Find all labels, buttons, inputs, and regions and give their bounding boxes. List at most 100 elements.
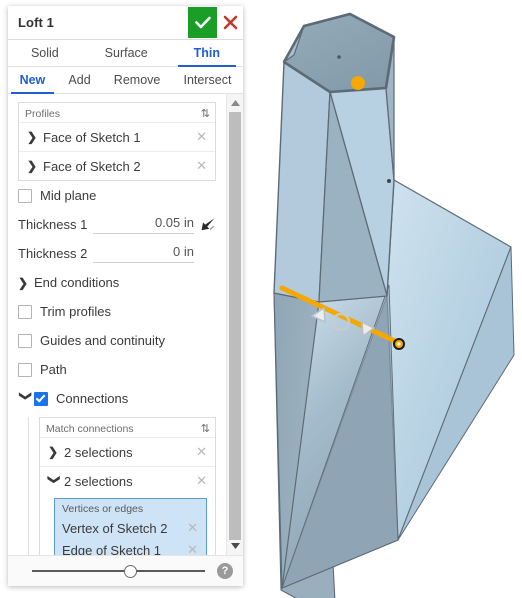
cancel-button[interactable] xyxy=(217,7,243,38)
loft-feature-dialog: Loft 1 Solid Surface Thin New Add Remove… xyxy=(8,6,243,586)
chevron-right-icon[interactable]: ❯ xyxy=(18,276,34,290)
match-connection-item-1[interactable]: ❯ 2 selections ✕ xyxy=(40,466,215,495)
trim-profiles-checkbox[interactable] xyxy=(18,304,32,319)
close-x-icon xyxy=(223,15,237,30)
tab-surface[interactable]: Surface xyxy=(82,40,171,66)
end-conditions-row[interactable]: ❯ End conditions xyxy=(18,268,216,297)
guides-and-continuity-row[interactable]: Guides and continuity xyxy=(18,326,216,355)
thickness-1-label: Thickness 1 xyxy=(18,217,88,232)
dialog-scrollbar[interactable] xyxy=(226,94,243,555)
tab-new[interactable]: New xyxy=(8,67,57,94)
connections-label: Connections xyxy=(56,391,129,406)
match-connection-item-0-label: 2 selections xyxy=(64,444,133,460)
dialog-body-wrap: Profiles ⇅ ❯ Face of Sketch 1 ✕ ❯ Face o… xyxy=(8,94,243,555)
connections-nested-group: Match connections ⇅ ❯ 2 selections ✕ ❯ 2… xyxy=(28,417,216,555)
thickness-2-input[interactable]: 0 in xyxy=(93,244,194,263)
top-face-center-dot xyxy=(337,55,341,59)
thickness-1-input[interactable]: 0.05 in xyxy=(93,215,194,234)
selection-item-0[interactable]: Vertex of Sketch 2 ✕ xyxy=(55,517,206,539)
selection-item-1-remove-icon[interactable]: ✕ xyxy=(185,542,200,555)
profile-item-1-label: Face of Sketch 2 xyxy=(43,158,141,174)
chevron-right-icon[interactable]: ❯ xyxy=(27,159,40,173)
chevron-down-icon[interactable]: ❯ xyxy=(48,475,62,488)
connections-row[interactable]: ❯ Connections xyxy=(18,384,216,413)
tab-solid[interactable]: Solid xyxy=(8,40,82,66)
scroll-down-arrow-icon[interactable] xyxy=(227,539,243,553)
tab-intersect-label: Intersect xyxy=(183,73,232,87)
tab-remove[interactable]: Remove xyxy=(102,67,172,93)
path-row[interactable]: Path xyxy=(18,355,216,384)
lofted-solid-geometry xyxy=(273,12,515,598)
match-connection-item-0[interactable]: ❯ 2 selections ✕ xyxy=(40,437,215,466)
selection-item-0-label: Vertex of Sketch 2 xyxy=(62,520,168,536)
profile-item-1[interactable]: ❯ Face of Sketch 2 ✕ xyxy=(19,151,215,180)
primary-tab-bar: Solid Surface Thin xyxy=(8,40,243,67)
trim-profiles-row[interactable]: Trim profiles xyxy=(18,297,216,326)
slider-knob[interactable] xyxy=(123,565,137,578)
dialog-footer: ? xyxy=(8,555,243,586)
connections-checkbox[interactable] xyxy=(34,391,48,406)
path-label: Path xyxy=(40,362,67,377)
tab-add[interactable]: Add xyxy=(57,67,102,93)
flip-direction-icon[interactable] xyxy=(194,217,216,232)
profiles-listbox: Profiles ⇅ ❯ Face of Sketch 1 ✕ ❯ Face o… xyxy=(18,102,216,181)
selection-item-1-label: Edge of Sketch 1 xyxy=(62,542,162,556)
match-connection-item-1-label: 2 selections xyxy=(64,473,133,489)
mid-plane-checkbox[interactable] xyxy=(18,188,32,203)
tab-add-label: Add xyxy=(68,73,91,87)
tab-thin[interactable]: Thin xyxy=(171,40,243,67)
chevron-down-icon[interactable]: ❯ xyxy=(19,391,33,407)
tab-surface-label: Surface xyxy=(104,46,148,60)
tab-new-label: New xyxy=(19,73,46,87)
app-root: Loft 1 Solid Surface Thin New Add Remove… xyxy=(0,0,522,598)
chevron-right-icon[interactable]: ❯ xyxy=(48,445,61,459)
secondary-tab-bar: New Add Remove Intersect xyxy=(8,67,243,94)
match-connection-item-0-remove-icon[interactable]: ✕ xyxy=(194,444,209,460)
guides-and-continuity-label: Guides and continuity xyxy=(40,333,166,348)
match-connections-header: Match connections ⇅ xyxy=(40,418,215,437)
opacity-slider[interactable] xyxy=(32,563,205,579)
arrow-flip-icon xyxy=(201,218,215,231)
scroll-up-arrow-icon[interactable] xyxy=(227,96,243,110)
profiles-header-label: Profiles xyxy=(25,107,61,120)
guides-and-continuity-checkbox[interactable] xyxy=(18,333,32,348)
profile-item-1-remove-icon[interactable]: ✕ xyxy=(194,158,209,174)
match-connections-header-label: Match connections xyxy=(46,422,134,435)
scrollbar-thumb[interactable] xyxy=(229,112,241,540)
check-icon xyxy=(194,16,211,29)
trim-profiles-label: Trim profiles xyxy=(40,304,112,319)
tab-thin-label: Thin xyxy=(193,46,221,60)
profile-item-0[interactable]: ❯ Face of Sketch 1 ✕ xyxy=(19,122,215,151)
help-icon-label: ? xyxy=(221,565,229,577)
dialog-title: Loft 1 xyxy=(18,15,54,30)
edge-endpoint-inner xyxy=(397,342,401,346)
vertices-or-edges-selection-box: Vertices or edges Vertex of Sketch 2 ✕ E… xyxy=(54,498,207,555)
tab-solid-label: Solid xyxy=(30,46,59,60)
dialog-titlebar: Loft 1 xyxy=(8,6,243,40)
profile-item-0-label: Face of Sketch 1 xyxy=(43,129,141,145)
profile-item-0-remove-icon[interactable]: ✕ xyxy=(194,129,209,145)
sort-icon[interactable]: ⇅ xyxy=(201,107,210,120)
confirm-button[interactable] xyxy=(188,7,217,38)
match-connection-item-1-remove-icon[interactable]: ✕ xyxy=(194,473,209,489)
dialog-section: Profiles ⇅ ❯ Face of Sketch 1 ✕ ❯ Face o… xyxy=(8,102,226,555)
sort-icon[interactable]: ⇅ xyxy=(201,422,210,435)
mid-plane-label: Mid plane xyxy=(40,188,97,203)
help-icon[interactable]: ? xyxy=(217,563,233,579)
thickness-2-row: Thickness 2 0 in xyxy=(18,239,216,268)
selection-item-0-remove-icon[interactable]: ✕ xyxy=(185,520,200,536)
3d-model-viewport[interactable] xyxy=(246,0,522,598)
tab-intersect[interactable]: Intersect xyxy=(172,67,243,93)
end-conditions-label: End conditions xyxy=(34,275,120,290)
chevron-right-icon[interactable]: ❯ xyxy=(27,130,40,144)
mid-body-vertex-dot xyxy=(387,179,391,183)
slider-track xyxy=(32,570,205,572)
profiles-header: Profiles ⇅ xyxy=(19,103,215,122)
match-connections-listbox: Match connections ⇅ ❯ 2 selections ✕ ❯ 2… xyxy=(39,417,216,555)
vertices-or-edges-title: Vertices or edges xyxy=(62,503,144,515)
mid-plane-row[interactable]: Mid plane xyxy=(18,181,216,210)
path-checkbox[interactable] xyxy=(18,362,32,377)
dialog-body: Profiles ⇅ ❯ Face of Sketch 1 ✕ ❯ Face o… xyxy=(8,94,226,555)
orange-vertex-marker[interactable] xyxy=(351,76,365,90)
selection-item-1[interactable]: Edge of Sketch 1 ✕ xyxy=(55,539,206,555)
